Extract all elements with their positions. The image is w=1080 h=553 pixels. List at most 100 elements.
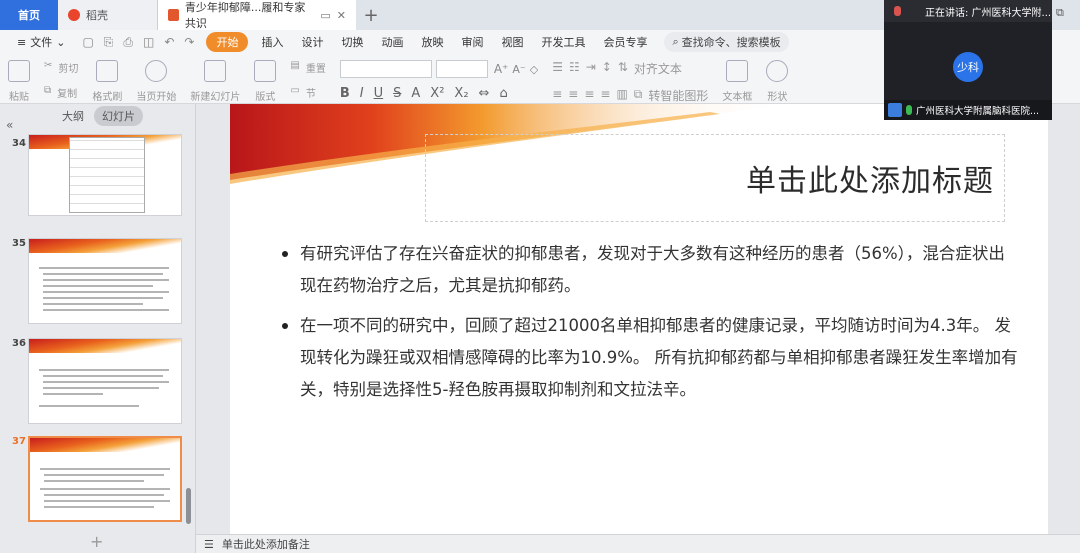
play-icon xyxy=(145,60,168,82)
font-size-select[interactable] xyxy=(435,60,488,78)
tab-home[interactable]: 首页 xyxy=(0,0,58,30)
slide-thumbnail[interactable]: 36 xyxy=(0,338,196,430)
slide-thumbnail-panel: « 大纲 幻灯片 34 35 36 37 + xyxy=(0,104,196,553)
increase-font-icon[interactable]: A⁺ xyxy=(494,62,509,76)
undo-icon[interactable]: ↶ xyxy=(164,35,174,50)
notes-bar[interactable]: ☰ 单击此处添加备注 xyxy=(196,534,1080,553)
file-menu[interactable]: ≡ 文件 ⌄ xyxy=(8,34,74,50)
align-text-button[interactable]: 对齐文本 xyxy=(634,60,682,77)
new-tab-button[interactable]: + xyxy=(356,0,386,30)
menu-item-slideshow[interactable]: 放映 xyxy=(412,34,452,50)
slide-title-placeholder[interactable]: 单击此处添加标题 xyxy=(425,134,1005,222)
tab-document[interactable]: 青少年抑郁障...履和专家共识 ▭ ✕ xyxy=(158,0,356,30)
new-slide-button[interactable]: 新建幻灯片 xyxy=(190,60,240,103)
font-family-select[interactable] xyxy=(339,60,432,78)
slide-number: 35 xyxy=(12,238,26,249)
command-search[interactable]: ⌕ 查找命令、搜索模板 xyxy=(664,32,789,52)
format-painter-button[interactable]: 格式刷 xyxy=(92,60,122,103)
collapse-panel-icon[interactable]: « xyxy=(6,118,13,132)
new-slide-icon xyxy=(204,60,227,82)
menu-item-design[interactable]: 设计 xyxy=(292,34,332,50)
cut-button[interactable]: 剪切 xyxy=(58,60,78,75)
play-from-current-button[interactable]: 当页开始 xyxy=(136,60,176,103)
slide-body-text[interactable]: 有研究评估了存在兴奋症状的抑郁患者，发现对于大多数有这种经历的患者（56%），混… xyxy=(280,238,1020,414)
menu-item-review-label: 审阅 xyxy=(461,36,484,49)
preview-icon[interactable]: ◫ xyxy=(143,35,154,50)
justify-icon[interactable]: ≡ xyxy=(600,87,610,104)
underline-icon[interactable]: U xyxy=(374,86,384,101)
superscript-icon[interactable]: X² xyxy=(430,86,444,101)
strikethrough-icon[interactable]: S xyxy=(393,86,401,101)
save-icon[interactable]: ▢ xyxy=(82,35,93,50)
font-group: A⁺ A⁻ ◇ B I U S A X² X₂ ⇔ ⌂ xyxy=(339,60,538,101)
slide-editor: 单击此处添加标题 有研究评估了存在兴奋症状的抑郁患者，发现对于大多数有这种经历的… xyxy=(196,104,1080,534)
monitor-icon[interactable]: ▭ xyxy=(320,9,330,22)
close-tab-icon[interactable]: ✕ xyxy=(337,9,346,22)
slide-thumbnail-preview xyxy=(28,338,182,424)
columns-icon[interactable]: ▥ xyxy=(616,87,627,104)
menu-item-animation[interactable]: 动画 xyxy=(372,34,412,50)
print-icon[interactable]: ⎙ xyxy=(123,35,133,50)
smartart-icon[interactable]: ⧉ xyxy=(634,87,643,104)
copy-icon[interactable]: ⧉ xyxy=(44,85,51,100)
line-spacing-icon[interactable]: ↕ xyxy=(602,60,612,77)
slide-title: 单击此处添加标题 xyxy=(746,164,994,199)
char-spacing-icon[interactable]: ⇔ xyxy=(479,86,490,101)
section-icon[interactable]: ▭ xyxy=(290,85,299,100)
reset-button[interactable]: 重置 xyxy=(306,60,326,75)
slide-canvas[interactable]: 单击此处添加标题 有研究评估了存在兴奋症状的抑郁患者，发现对于大多数有这种经历的… xyxy=(230,104,1048,534)
menu-item-view[interactable]: 视图 xyxy=(492,34,532,50)
textbox-button[interactable]: 文本框 xyxy=(722,60,752,103)
menu-item-home[interactable]: 开始 xyxy=(206,32,249,52)
align-left-icon[interactable]: ≡ xyxy=(552,87,562,104)
menu-item-transition[interactable]: 切换 xyxy=(332,34,372,50)
reset-icon[interactable]: ▤ xyxy=(290,60,299,75)
subscript-icon[interactable]: X₂ xyxy=(454,86,468,101)
bullet-list-icon[interactable]: ☰ xyxy=(552,60,563,77)
font-color-icon[interactable]: A xyxy=(411,86,420,101)
bold-icon[interactable]: B xyxy=(340,86,350,101)
scissors-icon[interactable]: ✂ xyxy=(44,60,52,75)
slide-thumbnail[interactable]: 35 xyxy=(0,238,196,330)
video-meeting-overlay[interactable]: 正在讲话: 广州医科大学附... 少科 广州医科大学附属脑科医院... xyxy=(884,0,1052,120)
brush-icon xyxy=(96,60,119,82)
to-smartart-button[interactable]: 转智能图形 xyxy=(648,87,708,104)
align-right-icon[interactable]: ≡ xyxy=(584,87,594,104)
slide-thumbnail[interactable]: 34 xyxy=(0,134,196,230)
italic-icon[interactable]: I xyxy=(360,86,364,101)
menu-item-review[interactable]: 审阅 xyxy=(452,34,492,50)
thumbnail-scrollbar[interactable] xyxy=(186,488,191,524)
search-icon: ⌕ xyxy=(672,35,679,48)
copy-button[interactable]: 复制 xyxy=(57,85,77,100)
tab-docer[interactable]: 稻壳 xyxy=(58,0,158,30)
slides-tab[interactable]: 幻灯片 xyxy=(94,106,143,126)
menu-item-insert[interactable]: 插入 xyxy=(252,34,292,50)
numbered-list-icon[interactable]: ☷ xyxy=(569,60,580,77)
paste-button[interactable]: 粘贴 xyxy=(8,60,30,103)
highlight-icon[interactable]: ⌂ xyxy=(499,86,507,101)
menu-item-view-label: 视图 xyxy=(501,36,524,49)
align-center-icon[interactable]: ≡ xyxy=(568,87,578,104)
clear-format-icon[interactable]: ◇ xyxy=(530,63,538,76)
shape-button[interactable]: 形状 xyxy=(766,60,789,103)
speaker-indicator: 正在讲话: 广州医科大学附... xyxy=(884,0,1052,22)
redo-icon[interactable]: ↷ xyxy=(184,35,194,50)
add-slide-icon[interactable]: + xyxy=(90,532,103,551)
slide-thumbnail-active[interactable]: 37 xyxy=(0,436,196,528)
decrease-font-icon[interactable]: A⁻ xyxy=(512,63,525,76)
menu-item-developer[interactable]: 开发工具 xyxy=(532,34,594,50)
shape-label: 形状 xyxy=(767,92,788,103)
export-icon[interactable]: ⎘ xyxy=(104,35,114,50)
outline-tab[interactable]: 大纲 xyxy=(62,108,84,124)
slide-thumbnail-preview xyxy=(28,436,182,522)
vertical-scrollbar[interactable] xyxy=(1052,104,1080,534)
section-button[interactable]: 节 xyxy=(306,85,316,100)
text-direction-icon[interactable]: ⇅ xyxy=(618,60,628,77)
menu-item-insert-label: 插入 xyxy=(261,36,284,49)
menu-item-member[interactable]: 会员专享 xyxy=(594,34,656,50)
layout-button[interactable]: 版式 xyxy=(254,60,277,103)
flowchart-image xyxy=(69,137,145,213)
restore-window-icon[interactable]: ⧉ xyxy=(1056,6,1064,20)
indent-icon[interactable]: ⇥ xyxy=(586,60,596,77)
format-painter-label: 格式刷 xyxy=(92,92,123,103)
